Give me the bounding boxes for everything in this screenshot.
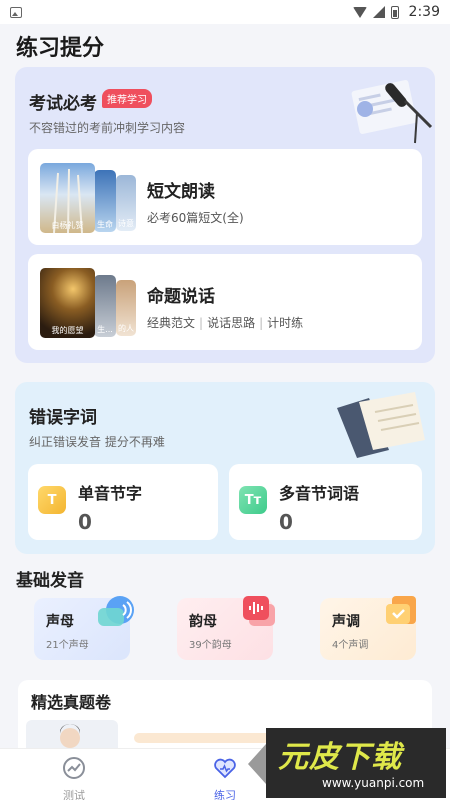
- short-text-reading-card[interactable]: 诗意 生命 白杨礼赞 短文朗读 必考60篇短文(全): [28, 149, 422, 245]
- signal-icon: [372, 6, 385, 18]
- mistake-section-title: 错误字词: [29, 408, 97, 428]
- thumbnail-my-wish: 我的愿望: [40, 268, 95, 338]
- practice-heart-icon: [214, 758, 236, 779]
- page-title: 练习提分: [16, 36, 105, 61]
- battery-icon: [390, 5, 399, 19]
- finals-subtitle: 39个韵母: [189, 640, 232, 651]
- wifi-icon: [352, 6, 367, 18]
- initials-subtitle: 21个声母: [46, 640, 89, 651]
- watermark-main-text: 元皮下载: [278, 740, 402, 775]
- thumbnail-white-poplar: 白杨礼赞: [40, 163, 95, 233]
- thumbnail-poetry: 诗意: [116, 175, 136, 231]
- thumbnail-label: 诗意: [118, 219, 134, 228]
- mistake-section: 错误字词 纠正错误发音 提分不再难 T 单音节字 0 Tт 多音节词语 0: [15, 382, 435, 554]
- thumbnail-label: 生命: [97, 220, 113, 229]
- thumbnail-label: 我的愿望: [51, 326, 84, 335]
- single-syllable-icon: T: [38, 486, 66, 514]
- speech-bubble-icon: [98, 596, 134, 626]
- short-text-reading-title: 短文朗读: [147, 182, 215, 202]
- thumbnail-label: 的人: [118, 324, 134, 333]
- waveform-icon: [243, 596, 275, 626]
- watermark-logo: 元皮下载 www.yuanpi.com: [248, 728, 446, 798]
- topic-speaking-title: 命题说话: [147, 287, 215, 307]
- tones-subtitle: 4个声调: [332, 640, 369, 651]
- exam-section-title: 考试必考: [29, 94, 97, 114]
- selected-papers-title: 精选真题卷: [31, 693, 112, 712]
- status-bar: 2:39: [0, 0, 450, 24]
- nav-test[interactable]: 测试: [44, 755, 104, 800]
- thumbnail-life-2: 生...: [94, 275, 116, 337]
- notebook-icon: [337, 392, 425, 458]
- short-text-reading-subtitle: 必考60篇短文(全): [147, 211, 244, 225]
- topic-speaking-card[interactable]: 的人 生... 我的愿望 命题说话 经典范文 | 说话思路 | 计时练: [28, 254, 422, 350]
- recommend-badge: 推荐学习: [102, 89, 152, 108]
- thumbnail-person: 的人: [116, 280, 136, 336]
- topic-speaking-tags: 经典范文 | 说话思路 | 计时练: [147, 316, 304, 330]
- image-notification-icon: [10, 6, 22, 18]
- watermark-arrow-icon: [248, 744, 266, 784]
- basics-section-title: 基础发音: [16, 571, 84, 591]
- exam-section-subtitle: 不容错过的考前冲刺学习内容: [29, 121, 186, 135]
- tones-card[interactable]: 声调 4个声调: [320, 596, 416, 660]
- status-time: 2:39: [408, 4, 440, 20]
- nav-test-label: 测试: [63, 789, 85, 800]
- exam-section: 考试必考 推荐学习 不容错过的考前冲刺学习内容 诗意 生命 白杨礼赞 短文朗读 …: [15, 67, 435, 363]
- tag-timed-practice: 计时练: [267, 316, 304, 330]
- watermark-url: www.yuanpi.com: [322, 776, 425, 790]
- finals-title: 韵母: [189, 614, 217, 630]
- microphone-icon: [351, 80, 433, 144]
- nav-practice-label: 练习: [214, 789, 236, 800]
- tones-title: 声调: [332, 614, 360, 630]
- initials-card[interactable]: 声母 21个声母: [34, 596, 134, 660]
- thumbnail-label: 白杨礼赞: [51, 221, 84, 230]
- document-check-icon: [386, 596, 416, 624]
- single-syllable-count: 0: [78, 510, 92, 534]
- tag-speaking-ideas: 说话思路: [207, 316, 256, 330]
- initials-title: 声母: [46, 614, 74, 630]
- nav-practice[interactable]: 练习: [195, 755, 255, 800]
- multi-syllable-icon: Tт: [239, 486, 267, 514]
- mistake-section-subtitle: 纠正错误发音 提分不再难: [29, 435, 165, 449]
- single-syllable-label: 单音节字: [78, 484, 143, 503]
- multi-syllable-count: 0: [279, 510, 293, 534]
- thumbnail-label: 生...: [97, 325, 113, 334]
- multi-syllable-card[interactable]: Tт 多音节词语 0: [229, 464, 422, 540]
- topic-speaking-thumbnails: 的人 生... 我的愿望: [40, 268, 136, 338]
- multi-syllable-label: 多音节词语: [279, 484, 360, 503]
- finals-card[interactable]: 韵母 39个韵母: [177, 596, 275, 660]
- tag-classic-essays: 经典范文: [147, 316, 196, 330]
- short-text-thumbnails: 诗意 生命 白杨礼赞: [40, 163, 136, 233]
- test-gauge-icon: [63, 757, 85, 779]
- thumbnail-life: 生命: [94, 170, 116, 232]
- single-syllable-card[interactable]: T 单音节字 0: [28, 464, 218, 540]
